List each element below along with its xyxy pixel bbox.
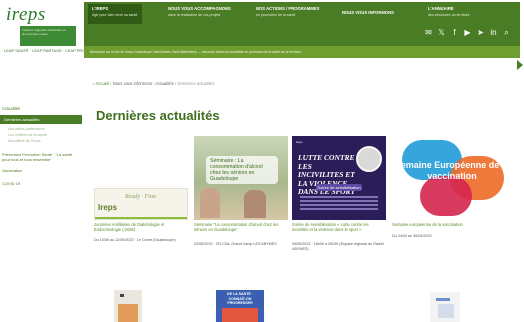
nav-item-actions[interactable]: Nos actions / programmes en promotion de… bbox=[256, 6, 319, 17]
twitter-icon[interactable]: 𝕏 bbox=[437, 28, 446, 37]
breadcrumb-actus[interactable]: Actualités bbox=[156, 81, 174, 86]
sidebar-subitem[interactable]: Actualités de l'ireps bbox=[0, 138, 82, 144]
thumb-person bbox=[244, 190, 266, 218]
thumb-shape bbox=[118, 304, 138, 322]
sidebar-item-prevention[interactable]: Prévention Promotion Santé : "La santé p… bbox=[0, 150, 82, 164]
thumb-shape bbox=[222, 308, 258, 322]
card-title[interactable]: Séminaire "La consommation d'alcool chez… bbox=[194, 222, 288, 232]
card-thumbnail[interactable] bbox=[430, 292, 460, 322]
breadcrumb-informs[interactable]: Nous vous informons bbox=[113, 81, 152, 86]
search-icon[interactable]: ⌕ bbox=[502, 28, 511, 37]
nav-item-title: Nos actions / programmes bbox=[256, 6, 320, 11]
card-thumbnail-vaccination[interactable]: Semaine Européenne de la vaccination bbox=[390, 136, 520, 220]
breadcrumb-home[interactable]: ⌂ Accueil bbox=[92, 81, 109, 86]
logo-subtitle: Instance régionale d'éducation et de pro… bbox=[22, 28, 66, 36]
thumb-shape bbox=[438, 304, 454, 318]
thumb-logo-text: ireps bbox=[296, 140, 303, 144]
card-thumbnail-seminaire[interactable]: Séminaire : La consommation d'alcool che… bbox=[194, 136, 288, 220]
thumb-ball bbox=[356, 146, 382, 172]
card-thumbnail[interactable]: DE LA SANTÉ · CONNAÎT-ON PROGRESSER bbox=[216, 290, 264, 322]
mail-icon[interactable]: ✉ bbox=[424, 28, 433, 37]
thumb-bar bbox=[95, 217, 187, 219]
nav-item-title: Nous vous informons bbox=[342, 10, 394, 15]
nav-item-annuaire[interactable]: L'annuaire des structures du territoire bbox=[428, 6, 470, 17]
thumb-person bbox=[200, 188, 220, 218]
thumb-overlay-text: Séminaire : La consommation d'alcool che… bbox=[206, 156, 278, 184]
site-logo[interactable]: ireps Instance régionale d'éducation et … bbox=[2, 2, 99, 58]
breadcrumb: ⌂ Accueil › Nous vous informons › Actual… bbox=[92, 81, 214, 86]
card-thumbnail[interactable] bbox=[114, 290, 142, 322]
thumb-shape bbox=[120, 294, 124, 297]
nav-item-ireps[interactable]: L'ireps Agir pour bien vivre sa santé bbox=[88, 4, 142, 24]
send-icon[interactable]: ➤ bbox=[476, 28, 485, 37]
card-meta: 03/05/2023 · CR-CIAL Grand Camp LES ABYM… bbox=[194, 242, 277, 246]
thumb-blob bbox=[420, 176, 472, 216]
youtube-icon[interactable]: ▶ bbox=[463, 28, 472, 37]
thumb-shape bbox=[436, 298, 450, 301]
social-links: ✉ 𝕏 f ▶ ➤ in ⌕ bbox=[424, 28, 511, 40]
card-title[interactable]: Soirée de sensibilisation « Lutte contre… bbox=[292, 222, 386, 232]
card-title[interactable]: Semaine européenne de la vaccination bbox=[392, 222, 488, 227]
nav-item-subtitle: en promotion de la santé bbox=[256, 13, 296, 17]
sidebar-item-active[interactable]: Dernières actualités bbox=[0, 115, 82, 124]
linkedin-icon[interactable]: in bbox=[489, 28, 498, 37]
logo-badge: Instance régionale d'éducation et de pro… bbox=[20, 26, 76, 46]
logo-wordmark: ireps bbox=[6, 4, 46, 25]
nav-item-title: Nous vous accompagnons bbox=[168, 6, 231, 11]
thumb-title-text: DE LA SANTÉ · CONNAÎT-ON PROGRESSER bbox=[226, 292, 254, 305]
thumb-pill: Soirée de sensibilisation bbox=[316, 184, 362, 191]
card-thumbnail-jade[interactable]: Ready · Fina Ireps bbox=[94, 188, 188, 220]
nav-item-informons[interactable]: Nous vous informons bbox=[342, 10, 394, 15]
card-thumbnail-sport[interactable]: ireps LUTTE CONTRE LES INCIVILITES ET LA… bbox=[292, 136, 386, 220]
nav-item-subtitle: dans la réalisation de vos projets bbox=[168, 13, 221, 17]
news-ticker: Bienvenue sur le site de l'Ireps Guadelo… bbox=[84, 46, 520, 58]
chevron-right-icon[interactable] bbox=[517, 60, 523, 70]
card-title[interactable]: Journées Antillaises de Diabétologie et … bbox=[94, 222, 190, 232]
card-meta: Du 10/05 au 12/05/2023 · Le Cedre (Guade… bbox=[94, 238, 176, 242]
thumb-script-text: Ready · Fina bbox=[125, 194, 156, 200]
sidebar-item-covid[interactable]: COVID 19 bbox=[0, 179, 82, 188]
thumb-title-text: Semaine Européenne de la vaccination bbox=[394, 160, 510, 181]
thumb-text-lines bbox=[300, 194, 378, 212]
breadcrumb-current: Dernières actualités bbox=[177, 81, 215, 86]
facebook-icon[interactable]: f bbox=[450, 28, 459, 37]
thumb-brand-text: Ireps bbox=[98, 203, 118, 212]
sidebar: Actualités Dernières actualités Actualit… bbox=[0, 104, 82, 188]
site-header: ireps Instance régionale d'éducation et … bbox=[0, 0, 524, 60]
sidebar-heading[interactable]: Actualités bbox=[0, 104, 82, 113]
nav-item-title: L'annuaire bbox=[428, 6, 454, 11]
sidebar-item-vaccination[interactable]: Vaccination bbox=[0, 166, 82, 175]
nav-item-subtitle: des structures du territoire bbox=[428, 13, 470, 17]
nav-item-accompagnons[interactable]: Nous vous accompagnons dans la réalisati… bbox=[168, 6, 231, 17]
nav-item-title: L'ireps bbox=[92, 6, 109, 11]
nav-item-subtitle: Agir pour bien vivre sa santé bbox=[92, 13, 138, 17]
page-title: Dernières actualités bbox=[96, 108, 220, 123]
card-meta: 05/05/2023 · 18h00 à 20h30 (Espace régio… bbox=[292, 242, 384, 251]
card-meta: Du 24/04 au 30/04/2023 bbox=[392, 234, 432, 238]
